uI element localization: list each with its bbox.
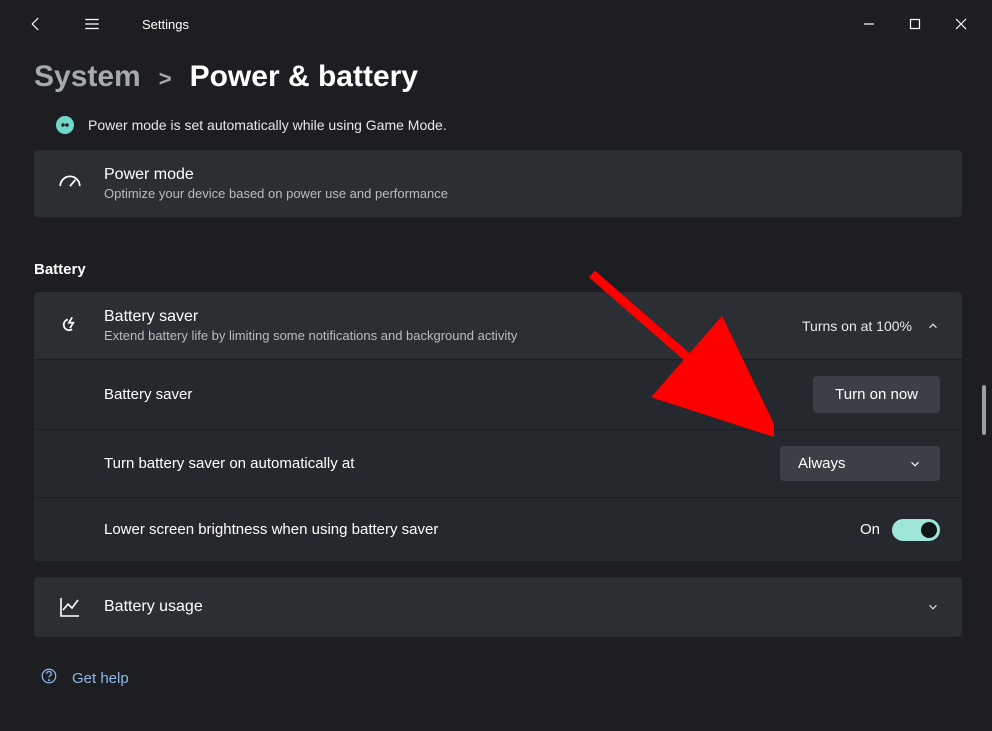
get-help-link[interactable]: Get help [34, 667, 962, 689]
help-text: Get help [72, 670, 129, 687]
battery-usage-card[interactable]: Battery usage [34, 577, 962, 637]
close-button[interactable] [938, 8, 984, 40]
breadcrumb: System > Power & battery [34, 60, 962, 94]
battery-section-heading: Battery [34, 261, 962, 278]
auto-on-select[interactable]: Always [780, 446, 940, 481]
game-mode-icon [56, 116, 74, 134]
battery-usage-title: Battery usage [104, 598, 926, 616]
scrollbar-thumb[interactable] [982, 385, 986, 435]
back-button[interactable] [24, 12, 48, 36]
power-mode-title: Power mode [104, 166, 940, 184]
chevron-down-icon [926, 600, 940, 614]
chevron-down-icon [908, 457, 922, 471]
chevron-up-icon [926, 319, 940, 333]
content-area: System > Power & battery Power mode is s… [0, 60, 992, 689]
minimize-button[interactable] [846, 8, 892, 40]
brightness-toggle-label: On [860, 521, 880, 538]
turn-on-now-button[interactable]: Turn on now [813, 376, 940, 413]
battery-saver-icon [56, 312, 84, 340]
menu-icon[interactable] [80, 12, 104, 36]
battery-saver-row: Battery saver Turn on now [34, 359, 962, 429]
page-title: Power & battery [190, 60, 418, 94]
window-controls [846, 8, 984, 40]
power-mode-icon [56, 170, 84, 198]
auto-on-select-value: Always [798, 455, 846, 472]
titlebar: Settings [0, 0, 992, 48]
info-text: Power mode is set automatically while us… [88, 117, 447, 133]
battery-saver-header[interactable]: Battery saver Extend battery life by lim… [34, 292, 962, 359]
auto-on-row: Turn battery saver on automatically at A… [34, 429, 962, 497]
battery-saver-row-label: Battery saver [104, 386, 813, 403]
brightness-row: Lower screen brightness when using batte… [34, 497, 962, 561]
brightness-label: Lower screen brightness when using batte… [104, 521, 860, 538]
help-icon [40, 667, 58, 689]
breadcrumb-parent[interactable]: System [34, 60, 141, 94]
maximize-button[interactable] [892, 8, 938, 40]
power-mode-card[interactable]: Power mode Optimize your device based on… [34, 150, 962, 217]
battery-saver-subtitle: Extend battery life by limiting some not… [104, 328, 802, 343]
battery-saver-card: Battery saver Extend battery life by lim… [34, 292, 962, 561]
app-title: Settings [142, 17, 189, 32]
info-notice: Power mode is set automatically while us… [34, 116, 962, 134]
power-mode-subtitle: Optimize your device based on power use … [104, 186, 940, 201]
battery-saver-title: Battery saver [104, 308, 802, 326]
auto-on-label: Turn battery saver on automatically at [104, 455, 780, 472]
battery-saver-status: Turns on at 100% [802, 318, 912, 334]
chevron-right-icon: > [159, 66, 172, 92]
chart-icon [56, 593, 84, 621]
brightness-toggle[interactable] [892, 519, 940, 541]
